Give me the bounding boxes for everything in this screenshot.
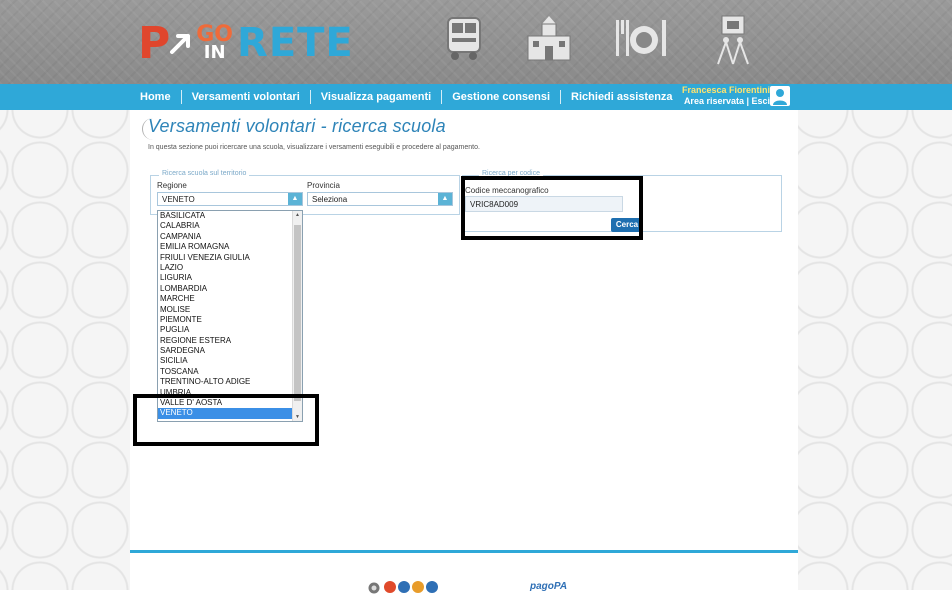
regione-option[interactable]: CAMPANIA — [158, 232, 294, 242]
regione-option[interactable]: LAZIO — [158, 263, 294, 273]
regione-option[interactable]: PIEMONTE — [158, 315, 294, 325]
regione-option[interactable]: BASILICATA — [158, 211, 294, 221]
provincia-select[interactable]: Seleziona ▲︎ — [307, 192, 453, 206]
footer: pagoPA — [130, 553, 798, 594]
annotation-box-codice — [461, 176, 643, 240]
regione-option[interactable]: MARCHE — [158, 294, 294, 304]
header-banner: P GO IN RETE — [0, 0, 952, 84]
regione-option[interactable]: SICILIA — [158, 356, 294, 366]
territorio-legend: Ricerca scuola sul territorio — [159, 170, 250, 177]
nav-visualizza-pagamenti[interactable]: Visualizza pagamenti — [311, 90, 443, 104]
nav-versamenti-volontari[interactable]: Versamenti volontari — [182, 90, 311, 104]
regione-options: BASILICATA CALABRIA CAMPANIA EMILIA ROMAGNA… — [158, 211, 294, 419]
pagopa-logo: pagoPA — [530, 581, 568, 592]
regione-option[interactable]: SARDEGNA — [158, 346, 294, 356]
regione-option[interactable]: FRIULI VENEZIA GIULIA — [158, 253, 294, 263]
annotation-box-veneto — [133, 394, 319, 446]
miur-logo — [384, 581, 438, 593]
dropdown-scrollbar[interactable]: ▲︎ ▼︎ — [292, 211, 302, 421]
territorio-search-fieldset: Ricerca scuola sul territorio Regione VE… — [150, 170, 460, 215]
nav-gestione-consensi[interactable]: Gestione consensi — [442, 90, 562, 104]
regione-option[interactable]: LIGURIA — [158, 273, 294, 283]
regione-select-arrow-icon[interactable]: ▲︎ — [288, 193, 302, 205]
logo-rete: RETE — [237, 20, 354, 66]
regione-option[interactable]: LOMBARDIA — [158, 284, 294, 294]
regione-label: Regione — [157, 181, 187, 190]
regione-option[interactable]: TOSCANA — [158, 367, 294, 377]
user-name: Francesca Fiorentini — [682, 85, 771, 95]
regione-select-value: VENETO — [162, 195, 195, 204]
provincia-select-value: Seleziona — [312, 195, 348, 204]
logo-in: IN — [203, 41, 226, 63]
pago-in-rete-logo[interactable]: P GO IN RETE — [138, 17, 354, 69]
provincia-label: Provincia — [307, 181, 340, 190]
logo-go-in: GO IN — [196, 24, 233, 63]
user-links: Area riservata | Esci — [682, 96, 770, 107]
area-riservata-link[interactable]: Area riservata — [684, 96, 744, 106]
school-building-icon — [527, 16, 571, 61]
school-bus-icon — [447, 17, 481, 60]
esci-link[interactable]: Esci — [752, 96, 771, 106]
regione-option[interactable]: EMILIA ROMAGNA — [158, 242, 294, 252]
nav-home[interactable]: Home — [130, 90, 182, 104]
canteen-icon — [616, 20, 666, 56]
navbar-right-extension — [798, 84, 952, 110]
user-avatar-icon[interactable] — [770, 86, 790, 106]
person-icon — [773, 89, 787, 105]
page-title: Versamenti volontari - ricerca scuola — [148, 116, 446, 136]
regione-dropdown-list[interactable]: BASILICATA CALABRIA CAMPANIA EMILIA ROMAGNA… — [157, 210, 303, 422]
nav-richiedi-assistenza[interactable]: Richiedi assistenza — [561, 90, 683, 104]
regione-option[interactable]: CALABRIA — [158, 221, 294, 231]
link-separator: | — [743, 96, 752, 106]
trip-icon — [717, 15, 749, 65]
scroll-up-icon[interactable]: ▲︎ — [293, 212, 302, 218]
cursor-arrow-icon — [170, 34, 191, 54]
provincia-select-arrow-icon[interactable]: ▲︎ — [438, 193, 452, 205]
scrollbar-thumb[interactable] — [294, 225, 301, 401]
regione-select[interactable]: VENETO ▲︎ — [157, 192, 303, 206]
logo-p: P — [138, 17, 170, 69]
regione-option[interactable]: MOLISE — [158, 305, 294, 315]
regione-option[interactable]: REGIONE ESTERA — [158, 336, 294, 346]
regione-option[interactable]: PUGLIA — [158, 325, 294, 335]
regione-option[interactable]: TRENTINO-ALTO ADIGE — [158, 377, 294, 387]
italian-emblem-icon — [368, 582, 380, 594]
navbar-left-extension — [0, 84, 130, 110]
user-info: Francesca Fiorentini Area riservata | Es… — [682, 85, 770, 107]
page-intro: In questa sezione puoi ricercare una scu… — [148, 144, 480, 151]
